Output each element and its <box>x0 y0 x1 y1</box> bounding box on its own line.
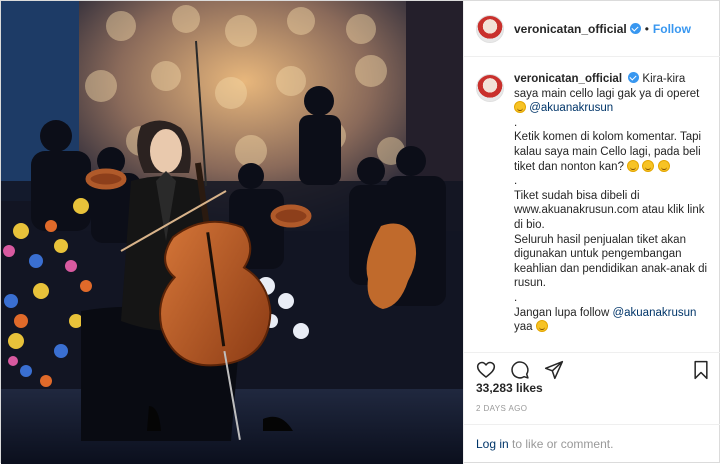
emoji-icon <box>627 159 640 172</box>
login-prompt: Log in to like or comment. <box>464 424 720 464</box>
post-photo[interactable] <box>1 1 463 464</box>
caption-dot: . <box>514 175 518 188</box>
login-link[interactable]: Log in <box>476 437 509 451</box>
post-timestamp[interactable]: 2 DAYS AGO <box>476 404 527 413</box>
instagram-post: veronicatan_official • Follow veronicata… <box>0 0 720 464</box>
bookmark-icon <box>694 360 708 379</box>
caption-dot: . <box>514 291 518 304</box>
save-button[interactable] <box>692 360 710 380</box>
cellist-concert-image <box>1 1 463 464</box>
caption-line-5-end: yaa <box>514 321 533 334</box>
action-bar <box>464 352 720 382</box>
post-sidebar: veronicatan_official • Follow veronicata… <box>463 1 720 464</box>
caption-line-5: Jangan lupa follow <box>514 306 610 319</box>
heart-icon <box>476 361 496 378</box>
caption-avatar[interactable] <box>476 74 504 102</box>
caption-line-2: Ketik komen di kolom komentar. Tapi kala… <box>514 131 702 173</box>
caption-section: veronicatan_official Kira-kira saya main… <box>464 58 720 348</box>
share-icon <box>544 360 564 379</box>
likes-count[interactable]: 33,283 likes <box>476 381 543 395</box>
header-username[interactable]: veronicatan_official <box>514 22 627 36</box>
verified-badge-icon <box>628 72 640 83</box>
like-button[interactable] <box>476 360 496 380</box>
emoji-icon <box>535 320 548 333</box>
post-header: veronicatan_official • Follow <box>464 1 720 57</box>
emoji-icon <box>642 159 655 172</box>
caption-line-4: Seluruh hasil penjualan tiket akan digun… <box>514 233 708 290</box>
caption-username[interactable]: veronicatan_official <box>514 73 622 85</box>
emoji-icon <box>657 159 670 172</box>
comment-icon <box>511 360 529 379</box>
login-prompt-text: to like or comment. <box>508 437 614 451</box>
caption-line-3: Tiket sudah bisa dibeli di www.akuanakru… <box>514 189 705 231</box>
emoji-icon <box>514 101 526 114</box>
avatar[interactable] <box>476 14 504 43</box>
header-separator: • <box>644 21 649 36</box>
share-button[interactable] <box>544 360 564 380</box>
follow-button[interactable]: Follow <box>653 22 691 36</box>
mention-link[interactable]: @akuanakrusun <box>529 102 613 114</box>
mention-link[interactable]: @akuanakrusun <box>612 307 696 319</box>
comment-button[interactable] <box>510 360 530 380</box>
caption-dot: . <box>514 116 518 129</box>
caption-text: veronicatan_official Kira-kira saya main… <box>514 72 710 348</box>
verified-badge-icon <box>629 23 641 34</box>
